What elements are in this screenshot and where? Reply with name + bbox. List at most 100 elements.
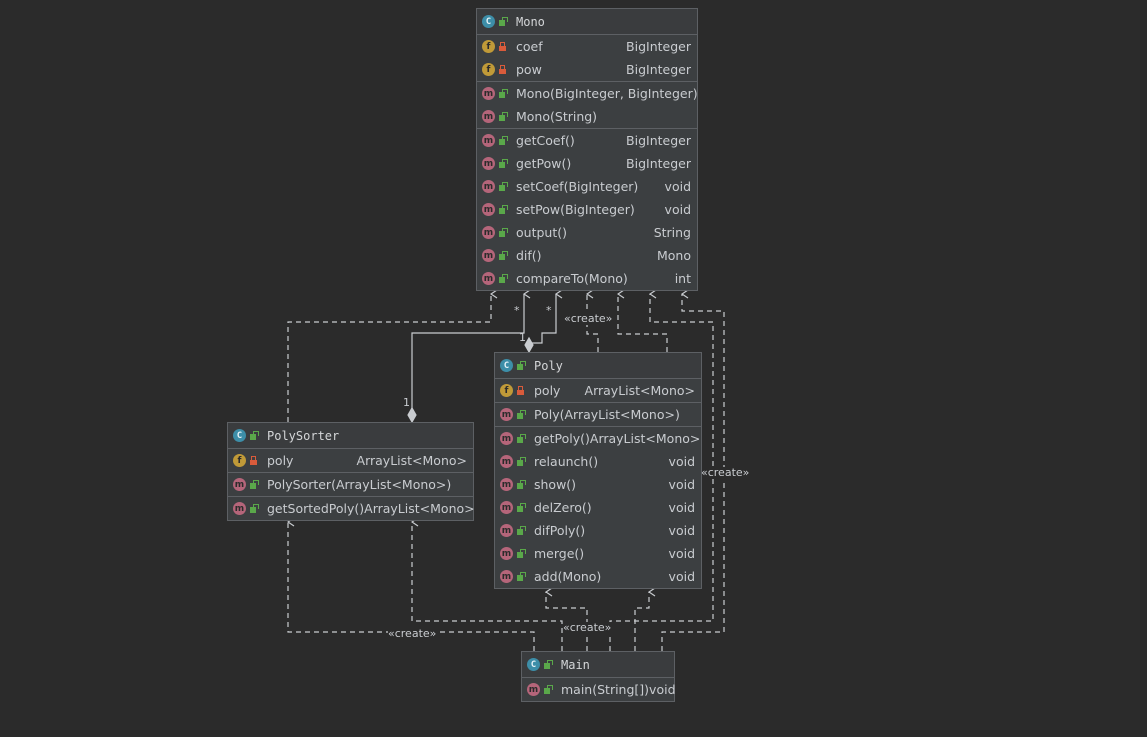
constructor-name: Poly(ArrayList<Mono>): [534, 407, 680, 422]
class-poly[interactable]: C Poly f poly ArrayList<Mono> m Poly(ArrayL…: [494, 352, 702, 589]
method-icon: m: [482, 180, 495, 193]
method-type: void: [664, 202, 691, 217]
method-row[interactable]: m getPow() BigInteger: [477, 152, 697, 175]
dep-poly-mono-create-2: [618, 294, 668, 352]
constructor-name: Mono(String): [516, 109, 598, 124]
fields-section: f poly ArrayList<Mono>: [228, 449, 473, 473]
methods-section: m getCoef() BigInteger m getPow() BigInteger…: [477, 129, 697, 290]
field-name: poly: [534, 383, 561, 398]
method-row[interactable]: m compareTo(Mono) int: [477, 267, 697, 290]
class-icon: C: [500, 359, 513, 372]
method-type: ArrayList<Mono>: [589, 431, 701, 446]
field-name: pow: [516, 62, 542, 77]
class-header[interactable]: C Mono: [477, 9, 697, 35]
field-icon: f: [233, 454, 246, 467]
method-row[interactable]: m difPoly() void: [495, 519, 701, 542]
method-icon: m: [500, 455, 513, 468]
class-header[interactable]: C PolySorter: [228, 423, 473, 449]
method-type: void: [668, 500, 695, 515]
public-icon: [498, 16, 508, 27]
field-row[interactable]: f pow BigInteger: [477, 58, 697, 81]
method-row[interactable]: m getSortedPoly() ArrayList<Mono>: [228, 497, 475, 520]
diamond-poly: [524, 336, 534, 354]
method-type: Mono: [656, 248, 691, 263]
field-icon: f: [500, 384, 513, 397]
method-name: output(): [516, 225, 567, 240]
methods-section: m main(String[]) void: [522, 678, 676, 701]
method-icon: m: [527, 683, 540, 696]
class-header[interactable]: C Poly: [495, 353, 701, 379]
method-name: difPoly(): [534, 523, 586, 538]
field-type: ArrayList<Mono>: [584, 383, 695, 398]
public-icon: [516, 409, 526, 420]
method-row[interactable]: m relaunch() void: [495, 450, 701, 473]
method-name: relaunch(): [534, 454, 599, 469]
public-icon: [516, 571, 526, 582]
class-header[interactable]: C Main: [522, 652, 674, 678]
field-type: BigInteger: [626, 62, 691, 77]
field-row[interactable]: f poly ArrayList<Mono>: [228, 449, 473, 472]
create-label-main-poly: «create»: [563, 621, 612, 634]
method-type: void: [649, 682, 676, 697]
public-icon: [516, 525, 526, 536]
method-row[interactable]: m setCoef(BigInteger) void: [477, 175, 697, 198]
constructor-row[interactable]: m Mono(String): [477, 105, 697, 128]
constructor-row[interactable]: m Poly(ArrayList<Mono>): [495, 403, 701, 426]
class-mono[interactable]: C Mono f coef BigInteger f pow BigInteger m M…: [476, 8, 698, 291]
class-name: Main: [561, 657, 590, 672]
public-icon: [516, 548, 526, 559]
field-name: poly: [267, 453, 294, 468]
public-icon: [498, 250, 508, 261]
method-icon: m: [482, 272, 495, 285]
method-row[interactable]: m delZero() void: [495, 496, 701, 519]
method-row[interactable]: m output() String: [477, 221, 697, 244]
method-name: delZero(): [534, 500, 592, 515]
method-type: BigInteger: [626, 133, 691, 148]
method-row[interactable]: m merge() void: [495, 542, 701, 565]
field-icon: f: [482, 63, 495, 76]
method-icon: m: [500, 432, 513, 445]
dep-polysorter-mono: [287, 294, 491, 422]
class-icon: C: [527, 658, 540, 671]
method-row[interactable]: m show() void: [495, 473, 701, 496]
method-name: show(): [534, 477, 577, 492]
method-row[interactable]: m setPow(BigInteger) void: [477, 198, 697, 221]
method-type: String: [653, 225, 691, 240]
public-icon: [498, 273, 508, 284]
class-name: PolySorter: [267, 428, 340, 443]
method-icon: m: [233, 502, 246, 515]
constructor-row[interactable]: m Mono(BigInteger, BigInteger): [477, 82, 698, 105]
public-icon: [516, 360, 526, 371]
method-icon: m: [482, 226, 495, 239]
field-row[interactable]: f coef BigInteger: [477, 35, 697, 58]
method-row[interactable]: m dif() Mono: [477, 244, 697, 267]
class-main[interactable]: C Main m main(String[]) void: [521, 651, 676, 702]
method-row[interactable]: m add(Mono) void: [495, 565, 701, 588]
public-icon: [249, 503, 259, 514]
create-label-poly-mono: «create»: [564, 312, 613, 325]
constructors-section: m Poly(ArrayList<Mono>): [495, 403, 701, 427]
class-icon: C: [233, 429, 246, 442]
field-icon: f: [482, 40, 495, 53]
public-icon: [498, 204, 508, 215]
public-icon: [249, 479, 259, 490]
method-icon: m: [482, 157, 495, 170]
class-polysorter[interactable]: C PolySorter f poly ArrayList<Mono> m PolyS…: [227, 422, 475, 521]
private-lock-icon: [498, 64, 508, 75]
field-row[interactable]: f poly ArrayList<Mono>: [495, 379, 701, 402]
public-icon: [516, 433, 526, 444]
constructor-row[interactable]: m PolySorter(ArrayList<Mono>): [228, 473, 473, 496]
constructor-name: PolySorter(ArrayList<Mono>): [267, 477, 452, 492]
method-row[interactable]: m getCoef() BigInteger: [477, 129, 697, 152]
method-row[interactable]: m getPoly() ArrayList<Mono>: [495, 427, 701, 450]
method-icon: m: [500, 501, 513, 514]
method-icon: m: [500, 547, 513, 560]
method-type: ArrayList<Mono>: [364, 501, 475, 516]
method-row[interactable]: m main(String[]) void: [522, 678, 676, 701]
field-type: BigInteger: [626, 39, 691, 54]
public-icon: [498, 158, 508, 169]
private-lock-icon: [249, 455, 259, 466]
constructors-section: m PolySorter(ArrayList<Mono>): [228, 473, 473, 497]
edge-poly-mono: [529, 294, 556, 344]
methods-section: m getSortedPoly() ArrayList<Mono>: [228, 497, 475, 520]
